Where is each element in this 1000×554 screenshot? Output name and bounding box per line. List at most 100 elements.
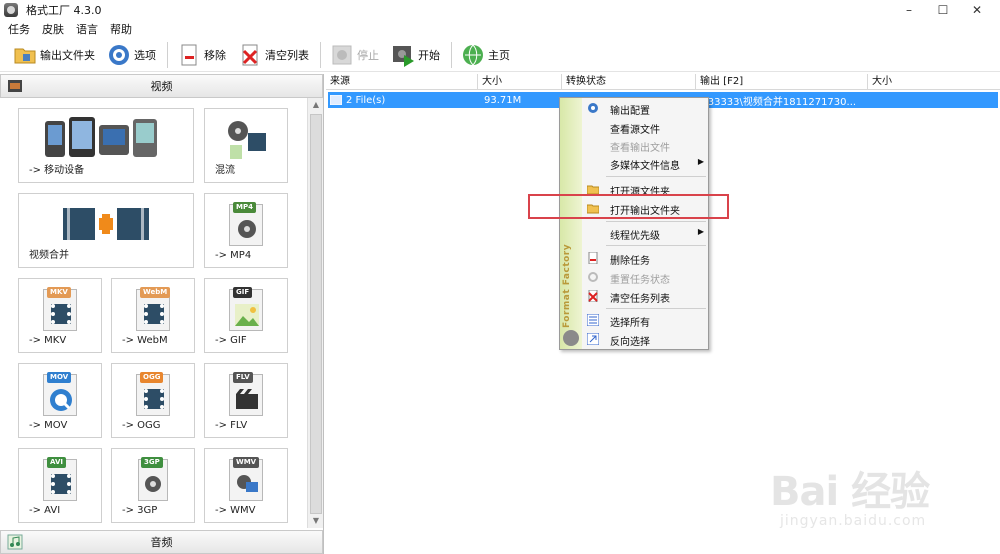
tile-flv[interactable]: FLV -> FLV [204,363,288,438]
minimize-button[interactable]: – [892,1,926,19]
home-button[interactable]: 主页 [456,40,515,70]
reset-icon [588,272,598,282]
menu-help[interactable]: 帮助 [110,21,132,37]
submenu-arrow-icon: ▶ [697,157,704,166]
context-menu-brand-strip: Format Factory [560,98,582,349]
mp4-file-icon: MP4 [229,202,263,246]
tile-mov[interactable]: MOV -> MOV [18,363,102,438]
tile-ogg[interactable]: OGG -> OGG [111,363,195,438]
menu-item-select-all[interactable]: 选择所有 [584,311,708,329]
menu-item-thread-priority[interactable]: 线程优先级 ▶ [584,224,708,242]
remove-button[interactable]: 移除 [172,40,231,70]
maximize-button[interactable]: ☐ [926,1,960,19]
window-controls: – ☐ ✕ [892,1,994,19]
clear-x-icon [242,44,258,65]
app-logo-icon [4,3,18,17]
tile-mkv[interactable]: MKV -> MKV [18,278,102,353]
tile-3gp[interactable]: 3GP -> 3GP [111,448,195,523]
menu-item-clear-list[interactable]: 清空任务列表 [584,287,708,305]
toolbar-separator [451,41,452,68]
tile-video-merge[interactable]: 视频合并 [18,193,194,268]
file-icon [330,95,342,105]
col-status[interactable]: 转换状态 [562,74,696,89]
scrollbar-thumb[interactable] [310,114,322,514]
toolbar-separator [167,41,168,68]
mov-file-icon: MOV [43,372,77,416]
clear-list-button[interactable]: 清空列表 [233,40,314,70]
flv-file-icon: FLV [229,372,263,416]
output-folder-button[interactable]: 输出文件夹 [8,40,100,70]
submenu-arrow-icon: ▶ [697,227,704,236]
tile-wmv[interactable]: WMV -> WMV [204,448,288,523]
options-button[interactable]: 选项 [102,40,161,70]
tile-gif[interactable]: GIF -> GIF [204,278,288,353]
scroll-down-arrow-icon[interactable]: ▼ [308,514,324,528]
menu-item-view-output[interactable]: 查看输出文件 [584,136,708,154]
tile-mux[interactable]: 混流 [204,108,288,183]
context-menu: Format Factory 输出配置 查看源文件 查看输出文件 多媒体文件信息… [559,97,709,350]
gif-file-icon: GIF [229,287,263,331]
menu-separator [606,176,706,177]
gear-icon [588,103,598,113]
wmv-file-icon: WMV [229,457,263,501]
highlight-annotation [528,194,729,219]
row-output: \q33333\视频合并1811271730... [698,96,857,108]
menu-separator [606,221,706,222]
row-source: 2 File(s) [346,94,386,106]
gear-icon [109,44,129,65]
ogg-file-icon: OGG [136,372,170,416]
tile-webm[interactable]: WebM -> WebM [111,278,195,353]
col-source[interactable]: 来源 [326,74,478,89]
col-size[interactable]: 大小 [478,74,562,89]
invert-select-icon [587,333,599,345]
category-audio-header[interactable]: 音频 [0,530,323,554]
category-video-header[interactable]: 视频 [0,74,323,98]
avi-file-icon: AVI [43,457,77,501]
mkv-file-icon: MKV [43,287,77,331]
clear-x-icon [588,290,598,302]
tile-avi[interactable]: AVI -> AVI [18,448,102,523]
title-bar: 格式工厂 4.3.0 – ☐ ✕ [0,0,1000,20]
toolbar-separator [320,41,321,68]
menu-item-reset-status[interactable]: 重置任务状态 [584,268,708,286]
tiles-scrollbar[interactable]: ▲ ▼ [307,98,323,528]
menu-separator [606,245,706,246]
start-button[interactable]: 开始 [386,40,445,70]
stop-icon [332,45,352,64]
menu-item-view-source[interactable]: 查看源文件 [584,118,708,136]
menu-skin[interactable]: 皮肤 [42,21,64,37]
close-button[interactable]: ✕ [960,1,994,19]
window-title: 格式工厂 4.3.0 [26,4,102,17]
menu-item-invert-selection[interactable]: 反向选择 [584,330,708,348]
3gp-file-icon: 3GP [138,457,168,501]
menu-item-media-info[interactable]: 多媒体文件信息 ▶ [584,154,708,172]
toolbar: 输出文件夹 选项 移除 清空列表 停止 开始 主页 [0,38,1000,72]
menu-item-delete-task[interactable]: 删除任务 [584,249,708,267]
select-all-icon [587,314,599,326]
menu-item-output-config[interactable]: 输出配置 [584,99,708,117]
col-output[interactable]: 输出 [F2] [696,74,868,89]
video-merge-icon [63,208,149,240]
remove-doc-icon [181,44,197,65]
menu-bar: 任务 皮肤 语言 帮助 [0,20,1000,38]
globe-icon [463,44,483,65]
play-icon [393,45,414,67]
stop-button[interactable]: 停止 [325,40,384,70]
menu-task[interactable]: 任务 [8,21,30,37]
col-output-size[interactable]: 大小 [868,74,1000,89]
video-tiles-grid: -> 移动设备 混流 视频合并 MP4 -> MP4 MKV -> MKV We… [0,98,306,528]
baidu-watermark: Bai 经验 jingyan.baidu.com [770,469,930,529]
row-size: 93.71M [484,94,522,106]
webm-file-icon: WebM [136,287,171,331]
tile-mobile-devices[interactable]: -> 移动设备 [18,108,194,183]
menu-language[interactable]: 语言 [76,21,98,37]
menu-separator [606,308,706,309]
task-list-header: 来源 大小 转换状态 输出 [F2] 大小 [326,74,1000,90]
format-factory-logo-icon [563,330,579,346]
remove-doc-icon [588,252,598,264]
mobile-devices-icon [45,117,157,157]
mux-icon [228,121,266,159]
folder-icon [14,48,36,63]
tile-mp4[interactable]: MP4 -> MP4 [204,193,288,268]
scroll-up-arrow-icon[interactable]: ▲ [308,98,324,112]
